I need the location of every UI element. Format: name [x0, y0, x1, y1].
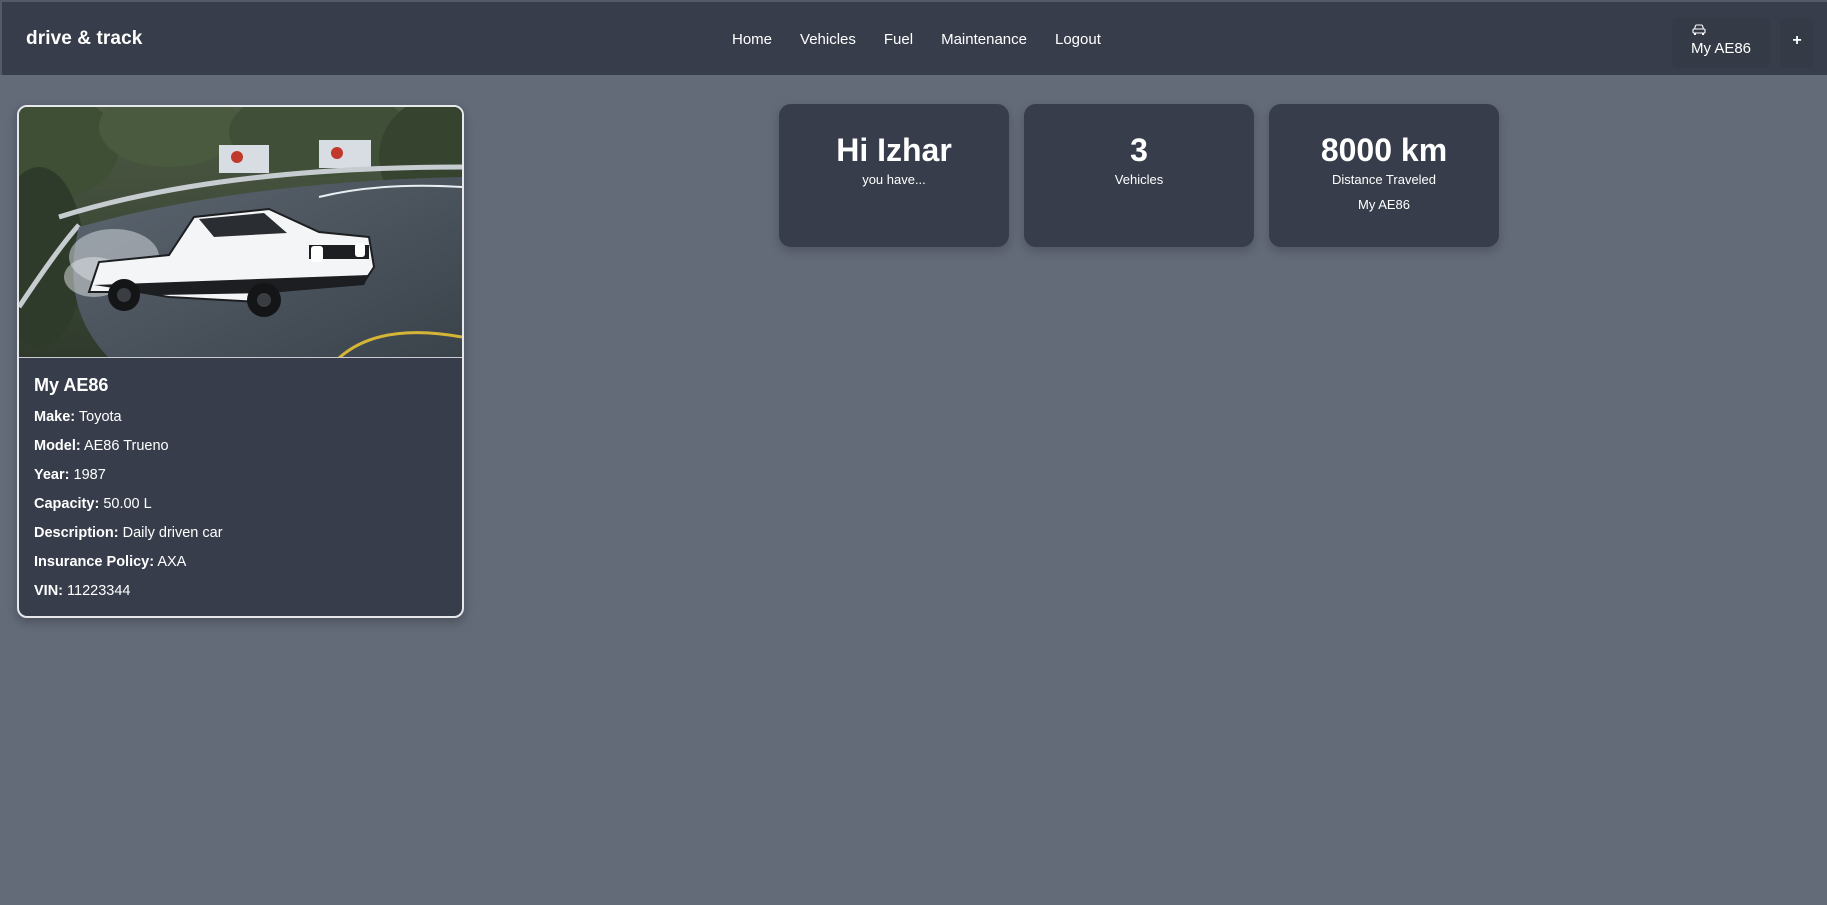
field-label: Description: — [34, 525, 119, 541]
car-photo — [19, 107, 462, 358]
nav-logout-link[interactable]: Logout — [1055, 31, 1101, 48]
nav-home-link[interactable]: Home — [732, 31, 772, 48]
field-value: Daily driven car — [122, 525, 223, 541]
vehicle-count-value: 3 — [1130, 132, 1148, 168]
nav-fuel-link[interactable]: Fuel — [884, 31, 913, 48]
car-icon — [1692, 24, 1706, 35]
distance-vehicle-name: My AE86 — [1357, 197, 1411, 212]
greeting-subtitle: you have... — [862, 172, 926, 187]
brand-logo[interactable]: drive & track — [26, 28, 142, 50]
vehicle-field-model: Model: AE86 Trueno — [34, 437, 454, 466]
vehicle-card[interactable]: My AE86 Make: Toyota Model: AE86 Trueno … — [17, 105, 464, 618]
field-label: Make: — [34, 409, 76, 425]
vehicle-field-capacity: Capacity: 50.00 L — [34, 495, 454, 524]
field-label: Capacity: — [34, 496, 100, 512]
vehicle-field-insurance: Insurance Policy: AXA — [34, 553, 454, 582]
greeting-title: Hi Izhar — [836, 132, 952, 168]
vehicle-field-vin: VIN: 11223344 — [34, 582, 454, 611]
field-value: 50.00 L — [103, 496, 152, 512]
vehicle-details: My AE86 Make: Toyota Model: AE86 Trueno … — [34, 375, 454, 611]
car-photo-illustration — [19, 107, 462, 357]
top-navbar: drive & track Home Vehicles Fuel Mainten… — [0, 0, 1827, 75]
greeting-stat-card: Hi Izhar you have... — [779, 104, 1009, 247]
field-value: AE86 Trueno — [83, 438, 169, 454]
vehicle-count-label: Vehicles — [1114, 172, 1164, 187]
vehicle-field-year: Year: 1987 — [34, 466, 454, 495]
field-label: Model: — [34, 438, 81, 454]
distance-stat-card: 8000 km Distance Traveled My AE86 — [1269, 104, 1499, 247]
distance-label: Distance Traveled — [1331, 172, 1437, 187]
field-value: AXA — [157, 554, 187, 570]
field-label: Insurance Policy: — [34, 554, 155, 570]
distance-value: 8000 km — [1320, 132, 1448, 168]
add-vehicle-button[interactable]: + — [1780, 18, 1814, 68]
field-label: VIN: — [34, 583, 63, 599]
nav-maintenance-link[interactable]: Maintenance — [941, 31, 1027, 48]
vehicle-selector-button[interactable]: My AE86 — [1672, 18, 1770, 68]
field-value: Toyota — [78, 409, 122, 425]
field-value: 11223344 — [67, 583, 131, 599]
vehicle-field-description: Description: Daily driven car — [34, 524, 454, 553]
vehicle-count-stat-card: 3 Vehicles — [1024, 104, 1254, 247]
field-value: 1987 — [73, 467, 106, 483]
vehicle-name: My AE86 — [34, 375, 109, 395]
vehicle-field-make: Make: Toyota — [34, 408, 454, 437]
field-label: Year: — [34, 467, 70, 483]
nav-vehicles-link[interactable]: Vehicles — [800, 31, 856, 48]
nav-links: Home Vehicles Fuel Maintenance Logout — [732, 31, 1129, 48]
selected-vehicle-label: My AE86 — [1691, 40, 1752, 57]
